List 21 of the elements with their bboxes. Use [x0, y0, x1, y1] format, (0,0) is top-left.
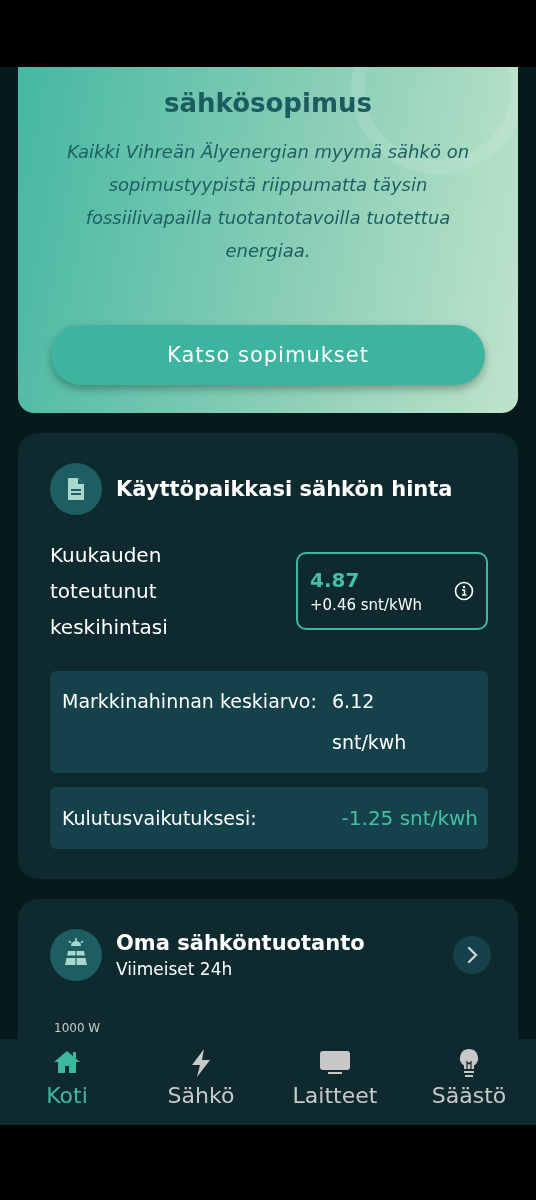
document-icon [50, 463, 102, 515]
consumption-effect-value: -1.25 snt/kwh [341, 806, 478, 830]
solar-panel-icon [50, 929, 102, 981]
nav-tab[interactable]: Säästö [404, 1039, 534, 1125]
nav-tab[interactable]: Koti [2, 1039, 132, 1125]
market-price-label: Markkinahinnan keskiarvo: [62, 689, 318, 714]
monthly-price-label: Kuukauden toteutunut keskihintasi [50, 542, 169, 641]
price-difference: +0.46 snt/kWh [310, 596, 423, 614]
consumption-effect-label: Kulutusvaikutuksesi: [62, 807, 257, 829]
info-icon[interactable] [454, 581, 474, 601]
card-title: Oma sähköntuotanto [116, 931, 366, 955]
promo-title: sähkösopimus [164, 87, 372, 120]
market-price-value: 6.12 snt/kwh [332, 689, 408, 755]
nav-tab[interactable]: Sähkö [136, 1039, 266, 1125]
monthly-price-value: 4.87 [310, 568, 361, 592]
chevron-right-icon[interactable] [453, 936, 491, 974]
promo-description: Kaikki Vihreän Älyenergian myymä sähkö on sopimustyypistä riippumatta täysin fossiilivapailla tuotantotavoilla tuotettua energiaa. [65, 140, 471, 263]
axis-label: 1000 W [54, 1021, 102, 1035]
nav-tab[interactable]: Laitteet [270, 1039, 400, 1125]
card-title: Käyttöpaikkasi sähkön hinta [116, 477, 453, 501]
card-subtitle: Viimeiset 24h [116, 959, 234, 979]
